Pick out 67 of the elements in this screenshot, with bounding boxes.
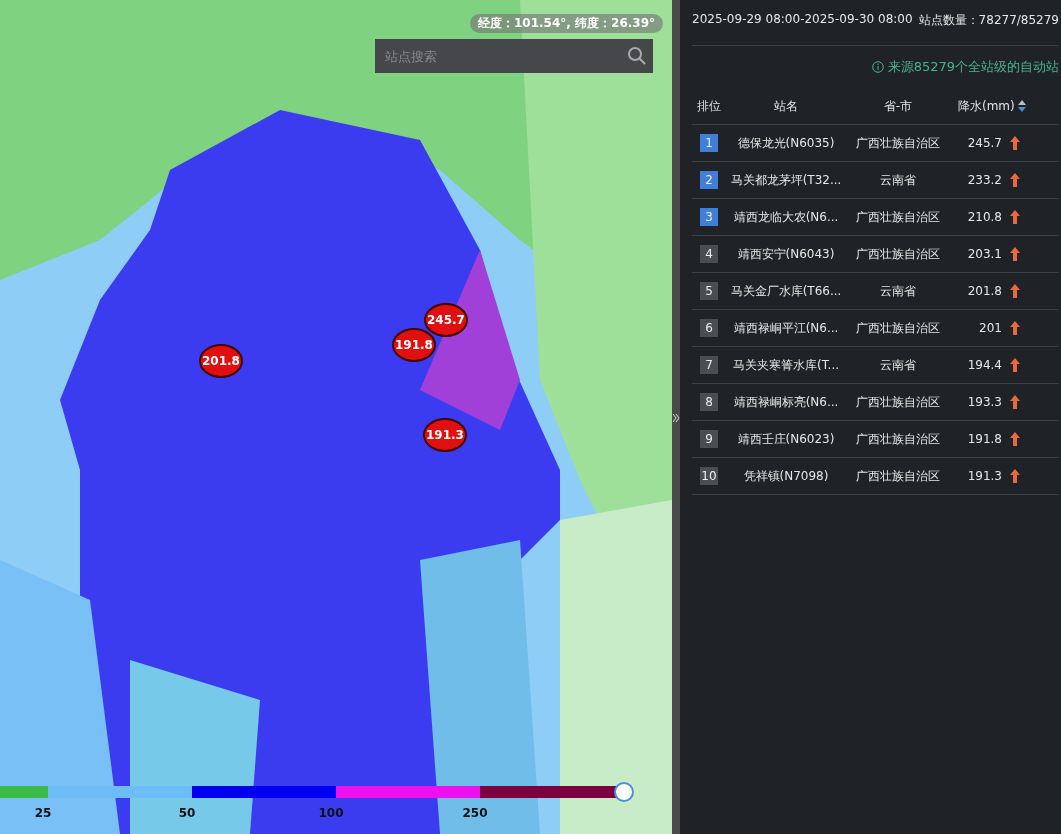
legend-label: 25 — [34, 806, 52, 820]
region-name: 广西壮族自治区 — [855, 467, 941, 485]
rainfall-value: 191.8 — [966, 432, 1003, 446]
rank-badge: 9 — [700, 430, 718, 448]
legend-label: 100 — [318, 806, 344, 820]
up-arrow-icon — [1010, 173, 1020, 187]
collapse-icon[interactable] — [673, 413, 679, 422]
rainfall-value: 233.2 — [966, 173, 1003, 187]
search-icon[interactable] — [627, 46, 647, 66]
rank-badge: 5 — [700, 282, 718, 300]
rainfall-value: 194.4 — [966, 358, 1003, 372]
rank-badge: 8 — [700, 393, 718, 411]
source-note: 来源85279个全站级的自动站 — [887, 58, 1059, 76]
info-icon — [871, 61, 884, 73]
column-header: 排位 — [696, 97, 722, 115]
legend-label: 50 — [178, 806, 196, 820]
station-search-field[interactable]: 站点搜索 — [375, 39, 653, 73]
up-arrow-icon — [1010, 210, 1020, 224]
station-name[interactable]: 靖西禄峒平江(N6... — [726, 319, 846, 337]
station-name[interactable]: 凭祥镇(N7098) — [726, 467, 846, 485]
station-name[interactable]: 靖西安宁(N6043) — [726, 245, 846, 263]
up-arrow-icon — [1010, 321, 1020, 335]
region-name: 广西壮族自治区 — [855, 208, 941, 226]
station-name[interactable]: 德保龙光(N6035) — [726, 134, 846, 152]
rank-badge: 4 — [700, 245, 718, 263]
region-name: 云南省 — [879, 282, 917, 300]
rank-badge: 6 — [700, 319, 718, 337]
region-name: 广西壮族自治区 — [855, 134, 941, 152]
rainfall-value: 193.3 — [966, 395, 1003, 409]
rainfall-value: 203.1 — [966, 247, 1003, 261]
station-name[interactable]: 马关都龙茅坪(T32... — [726, 171, 846, 189]
rank-badge: 3 — [700, 208, 718, 226]
station-name[interactable]: 马关夹寒箐水库(T... — [726, 356, 846, 374]
sort-icon[interactable] — [1016, 99, 1027, 113]
rainfall-value: 210.8 — [966, 210, 1003, 224]
station-name[interactable]: 靖西壬庄(N6023) — [726, 430, 846, 448]
up-arrow-icon — [1010, 469, 1020, 483]
column-header: 站名 — [773, 97, 799, 115]
station-count: 站点数量：78277/85279 — [918, 12, 1059, 29]
rainfall-value: 201.8 — [966, 284, 1003, 298]
rainfall-value: 201 — [978, 321, 1003, 335]
column-header[interactable]: 降水(mm) — [958, 97, 1015, 115]
region-name: 云南省 — [879, 356, 917, 374]
up-arrow-icon — [1010, 284, 1020, 298]
region-name: 广西壮族自治区 — [855, 245, 941, 263]
rainfall-value: 191.3 — [966, 469, 1003, 483]
region-name: 广西壮族自治区 — [855, 393, 941, 411]
rank-badge: 7 — [700, 356, 718, 374]
up-arrow-icon — [1010, 395, 1020, 409]
rank-badge: 2 — [700, 171, 718, 189]
up-arrow-icon — [1010, 247, 1020, 261]
rank-badge: 1 — [700, 134, 718, 152]
coordinate-readout: 经度：101.54°, 纬度：26.39° — [470, 14, 663, 33]
legend-label: 250 — [462, 806, 488, 820]
time-range: 2025-09-29 08:00-2025-09-30 08:00 — [692, 12, 913, 28]
column-header: 省-市 — [882, 97, 914, 115]
region-name: 广西壮族自治区 — [855, 319, 941, 337]
up-arrow-icon — [1010, 136, 1020, 150]
up-arrow-icon — [1010, 432, 1020, 446]
region-name: 广西壮族自治区 — [855, 430, 941, 448]
station-name[interactable]: 马关金厂水库(T66... — [726, 282, 846, 300]
rank-badge: 10 — [700, 467, 718, 485]
region-name: 云南省 — [879, 171, 917, 189]
rainfall-value: 245.7 — [966, 136, 1003, 150]
station-name[interactable]: 靖西禄峒标亮(N6... — [726, 393, 846, 411]
up-arrow-icon — [1010, 358, 1020, 372]
station-name[interactable]: 靖西龙临大农(N6... — [726, 208, 846, 226]
